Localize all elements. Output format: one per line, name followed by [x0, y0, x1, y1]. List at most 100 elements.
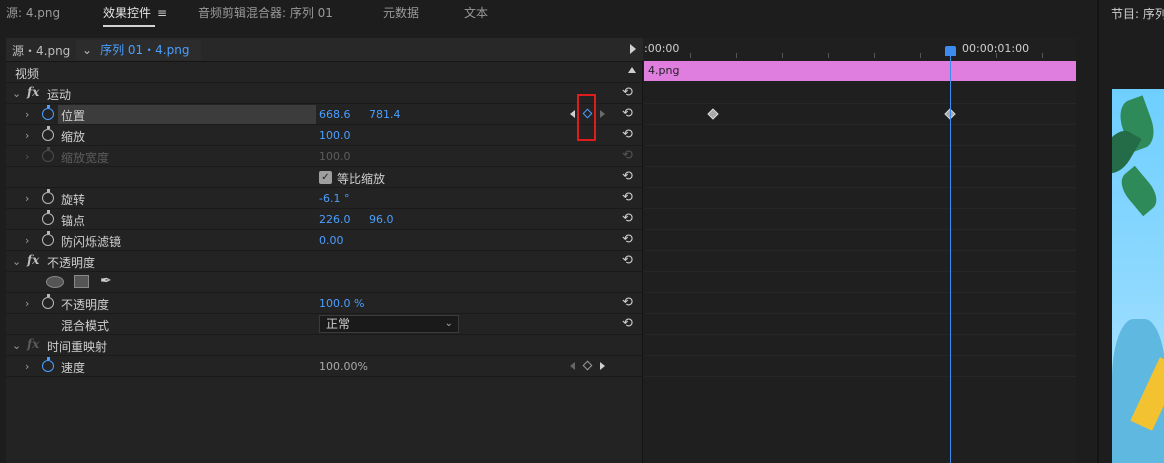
selection-highlight [58, 105, 316, 124]
param-scale[interactable]: › 缩放 100.0 ⟲ [6, 125, 643, 146]
chevron-right-icon[interactable]: › [25, 108, 29, 121]
reset-icon[interactable]: ⟲ [622, 232, 633, 247]
effect-motion[interactable]: ⌄ fx 运动 ⟲ [6, 83, 643, 104]
ruler-tick [874, 53, 875, 58]
stopwatch-icon[interactable] [42, 294, 54, 309]
blend-mode-select[interactable]: 正常 ⌄ [319, 315, 459, 333]
effect-opacity[interactable]: ⌄ fx 不透明度 ⟲ [6, 251, 643, 272]
param-antiflicker[interactable]: › 防闪烁滤镜 0.00 ⟲ [6, 230, 643, 251]
stopwatch-icon[interactable] [42, 357, 54, 372]
timeline-row [644, 167, 1076, 188]
prev-keyframe-icon[interactable] [570, 110, 575, 118]
timeline-row [644, 314, 1076, 335]
chevron-right-icon[interactable]: › [25, 129, 29, 142]
param-speed[interactable]: › 速度 100.00% [6, 356, 643, 377]
section-video: 视频 [6, 62, 643, 83]
ruler-tick [736, 53, 737, 58]
stopwatch-icon[interactable] [42, 231, 54, 246]
param-uniform-scale: ✓ 等比缩放 ⟲ [6, 167, 643, 188]
chevron-down-icon: ⌄ [444, 318, 453, 329]
stopwatch-icon[interactable] [42, 126, 54, 141]
timeline-row [644, 272, 1076, 293]
chevron-right-icon[interactable]: › [25, 360, 29, 373]
opacity-value[interactable]: 100.0 % [319, 297, 364, 310]
keyframe-timeline[interactable]: :00:00 00:00:01:00 4.png [644, 38, 1076, 463]
rectangle-mask-icon[interactable] [74, 275, 89, 288]
antiflicker-value[interactable]: 0.00 [319, 234, 344, 247]
stopwatch-icon[interactable] [42, 189, 54, 204]
collapse-up-icon[interactable] [628, 67, 636, 73]
chevron-down-icon[interactable]: ⌄ [12, 339, 21, 352]
properties-pane: 源・4.png ⌄ 序列 01・4.png 视频 ⌄ fx 运动 ⟲ › 位置 6… [6, 38, 643, 463]
prev-keyframe-icon[interactable] [570, 362, 575, 370]
reset-icon[interactable]: ⟲ [622, 316, 633, 331]
ruler-tick [690, 53, 691, 58]
param-position[interactable]: › 位置 668.6 781.4 ⟲ [6, 104, 643, 125]
ruler-tick [996, 53, 997, 58]
tab-text[interactable]: 文本 [464, 4, 488, 22]
stopwatch-icon[interactable] [42, 105, 54, 120]
rotation-value[interactable]: -6.1 ° [319, 192, 349, 205]
position-x[interactable]: 668.6 [319, 108, 351, 121]
reset-icon: ⟲ [622, 148, 633, 163]
ruler-tick [920, 53, 921, 58]
panel-tab-bar: 源: 4.png 效果控件 ≡ 音频剪辑混合器: 序列 01 元数据 文本 [0, 0, 1094, 28]
next-keyframe-icon[interactable] [600, 362, 605, 370]
timeline-row [644, 83, 1076, 104]
reset-icon[interactable]: ⟲ [622, 169, 633, 184]
stopwatch-icon [42, 147, 54, 162]
anchor-x[interactable]: 226.0 [319, 213, 351, 226]
param-opacity[interactable]: › 不透明度 100.0 % ⟲ [6, 293, 643, 314]
fx-icon[interactable]: fx [27, 85, 39, 99]
chevron-right-icon[interactable]: › [25, 297, 29, 310]
menu-icon[interactable]: ≡ [157, 4, 167, 22]
program-title[interactable]: 节目: 序列 [1111, 5, 1164, 22]
fx-icon[interactable]: fx [27, 253, 39, 267]
anchor-y[interactable]: 96.0 [369, 213, 394, 226]
param-scale-width: › 缩放宽度 100.0 ⟲ [6, 146, 643, 167]
leaf-shape [1114, 165, 1164, 217]
reset-icon[interactable]: ⟲ [622, 211, 633, 226]
tab-audio-mixer[interactable]: 音频剪辑混合器: 序列 01 [198, 4, 333, 22]
clip-bar[interactable]: 4.png [644, 61, 1076, 81]
reset-icon[interactable]: ⟲ [622, 253, 633, 268]
mask-tools: ✒ [6, 272, 643, 293]
chevron-right-icon: › [25, 150, 30, 163]
chevron-down-icon[interactable]: ⌄ [12, 87, 21, 100]
timeline-row [644, 125, 1076, 146]
time-ruler[interactable]: :00:00 00:00:01:00 [644, 38, 1076, 60]
add-keyframe-icon[interactable] [582, 360, 593, 371]
param-anchor[interactable]: 锚点 226.0 96.0 ⟲ [6, 209, 643, 230]
source-label[interactable]: 源・4.png [12, 42, 70, 59]
stopwatch-icon[interactable] [42, 210, 54, 225]
reset-icon[interactable]: ⟲ [622, 106, 633, 121]
chevron-down-icon[interactable]: ⌄ [12, 255, 21, 268]
reset-icon[interactable]: ⟲ [622, 127, 633, 142]
chevron-right-icon[interactable]: › [25, 234, 29, 247]
effect-controls-panel: 源・4.png ⌄ 序列 01・4.png 视频 ⌄ fx 运动 ⟲ › 位置 6… [6, 38, 1076, 463]
tab-metadata[interactable]: 元数据 [383, 4, 419, 22]
tab-source[interactable]: 源: 4.png [6, 4, 60, 22]
ellipse-mask-icon[interactable] [46, 276, 64, 288]
scale-width-value: 100.0 [319, 150, 351, 163]
scale-value[interactable]: 100.0 [319, 129, 351, 142]
pen-mask-icon[interactable]: ✒ [100, 273, 112, 289]
sequence-dropdown[interactable]: ⌄ 序列 01・4.png [76, 40, 202, 60]
playhead-handle[interactable] [945, 46, 956, 56]
tab-effect-controls[interactable]: 效果控件 ≡ [103, 4, 167, 27]
position-y[interactable]: 781.4 [369, 108, 401, 121]
playhead-line[interactable] [950, 52, 951, 463]
param-rotation[interactable]: › 旋转 -6.1 ° ⟲ [6, 188, 643, 209]
speed-value[interactable]: 100.00% [319, 360, 368, 373]
effect-time-remap[interactable]: ⌄ fx 时间重映射 [6, 335, 643, 356]
chevron-right-icon[interactable]: › [25, 192, 29, 205]
reset-icon[interactable]: ⟲ [622, 295, 633, 310]
uniform-scale-checkbox[interactable]: ✓ [319, 171, 332, 184]
reset-icon[interactable]: ⟲ [622, 85, 633, 100]
timeline-row [644, 251, 1076, 272]
timeline-row [644, 293, 1076, 314]
next-keyframe-icon[interactable] [600, 110, 605, 118]
timeline-row [644, 356, 1076, 377]
play-icon[interactable] [630, 44, 636, 54]
reset-icon[interactable]: ⟲ [622, 190, 633, 205]
